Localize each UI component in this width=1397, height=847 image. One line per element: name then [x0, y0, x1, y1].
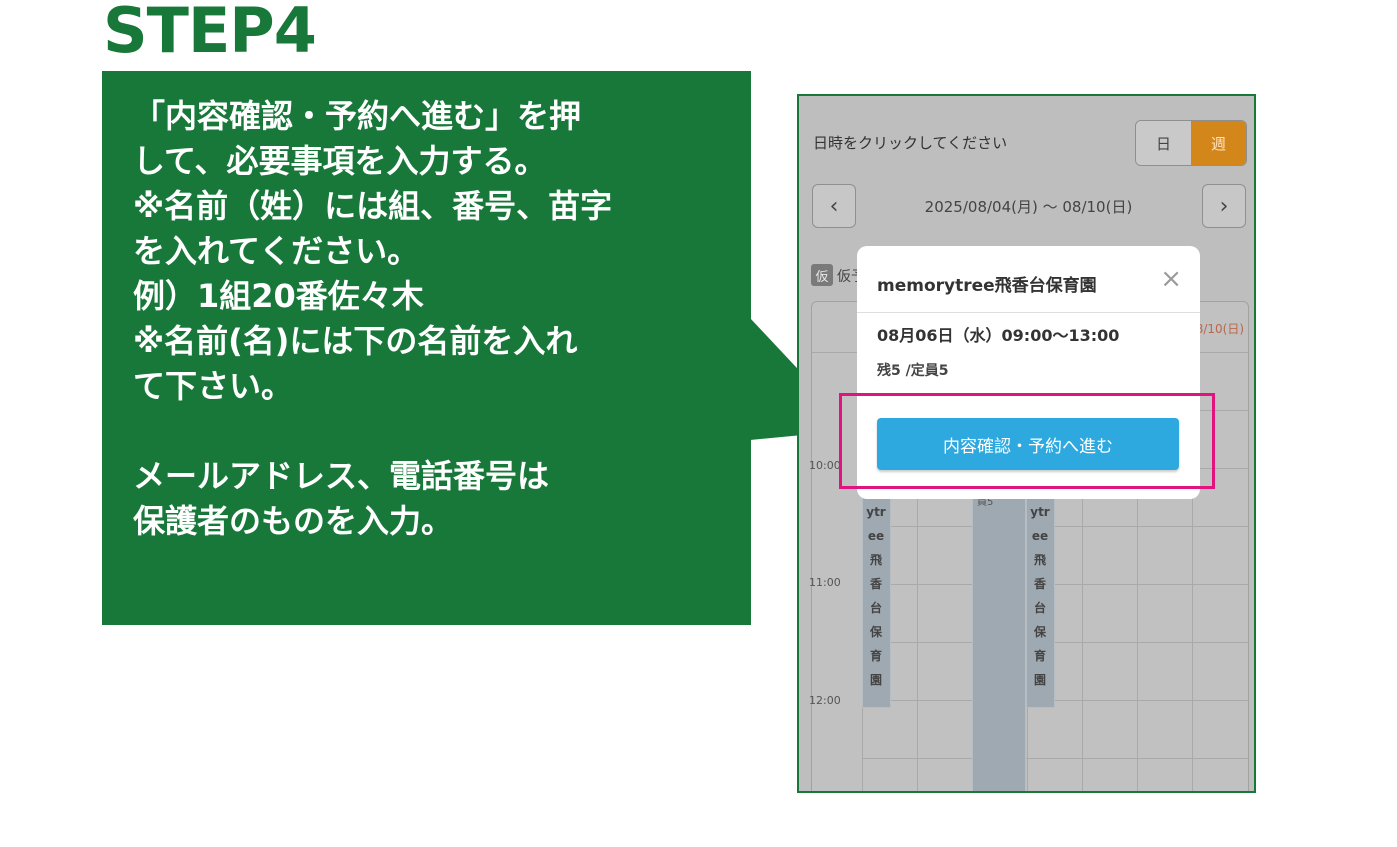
instruction-line: 「内容確認・予約へ進む」を押: [133, 97, 582, 135]
highlight-frame: [839, 393, 1215, 489]
column-date-header: 8/10(日): [1195, 322, 1244, 336]
instruction-line: を入れてください。: [133, 232, 420, 270]
event-label: ytr ee 飛 香 台 保 育 園: [1030, 505, 1050, 687]
week-view-button[interactable]: 週: [1191, 121, 1246, 165]
close-icon[interactable]: ×: [1160, 264, 1182, 294]
instruction-line: ※名前（姓）には組、番号、苗字: [133, 187, 613, 225]
next-week-button[interactable]: ›: [1202, 184, 1246, 228]
instruction-line: [133, 409, 723, 454]
grid-line: [862, 758, 1248, 759]
time-label: 12:00: [809, 694, 841, 707]
calendar-event[interactable]: [972, 486, 1026, 791]
instruction-text: 「内容確認・予約へ進む」を押 して、必要事項を入力する。 ※名前（姓）には組、番…: [133, 94, 723, 544]
instruction-line: して、必要事項を入力する。: [133, 142, 547, 180]
grid-line: [862, 526, 1248, 527]
calendar-hint: 日時をクリックしてください: [813, 134, 1008, 152]
instruction-line: ※名前(名)には下の名前を入れ: [133, 322, 578, 360]
popup-capacity: 残5 /定員5: [877, 363, 949, 379]
legend-badge: 仮: [811, 264, 833, 286]
popup-title: memorytree飛香台保育園: [877, 276, 1097, 296]
day-view-button[interactable]: 日: [1136, 121, 1191, 165]
popup-divider: [857, 312, 1200, 313]
legend-text: 仮予: [837, 269, 857, 285]
time-label: 10:00: [809, 459, 841, 472]
instruction-line: て下さい。: [133, 367, 294, 405]
event-label: ytr ee 飛 香 台 保 育 園: [866, 505, 886, 687]
step-title: STEP4: [103, 0, 317, 67]
instruction-line: 例）1組20番佐々木: [133, 277, 424, 315]
date-range: 2025/08/04(月) 〜 08/10(日): [924, 198, 1133, 216]
view-toggle: 日 週: [1135, 120, 1247, 166]
grid-line: [862, 584, 1248, 585]
time-label: 11:00: [809, 576, 841, 589]
instruction-line: メールアドレス、電話番号は: [133, 457, 550, 495]
grid-line: [862, 642, 1248, 643]
instruction-line: 保護者のものを入力。: [133, 502, 454, 540]
chevron-right-icon: ›: [1219, 193, 1229, 219]
grid-line: [862, 700, 1248, 701]
popup-time: 08月06日（水）09:00〜13:00: [877, 326, 1120, 345]
